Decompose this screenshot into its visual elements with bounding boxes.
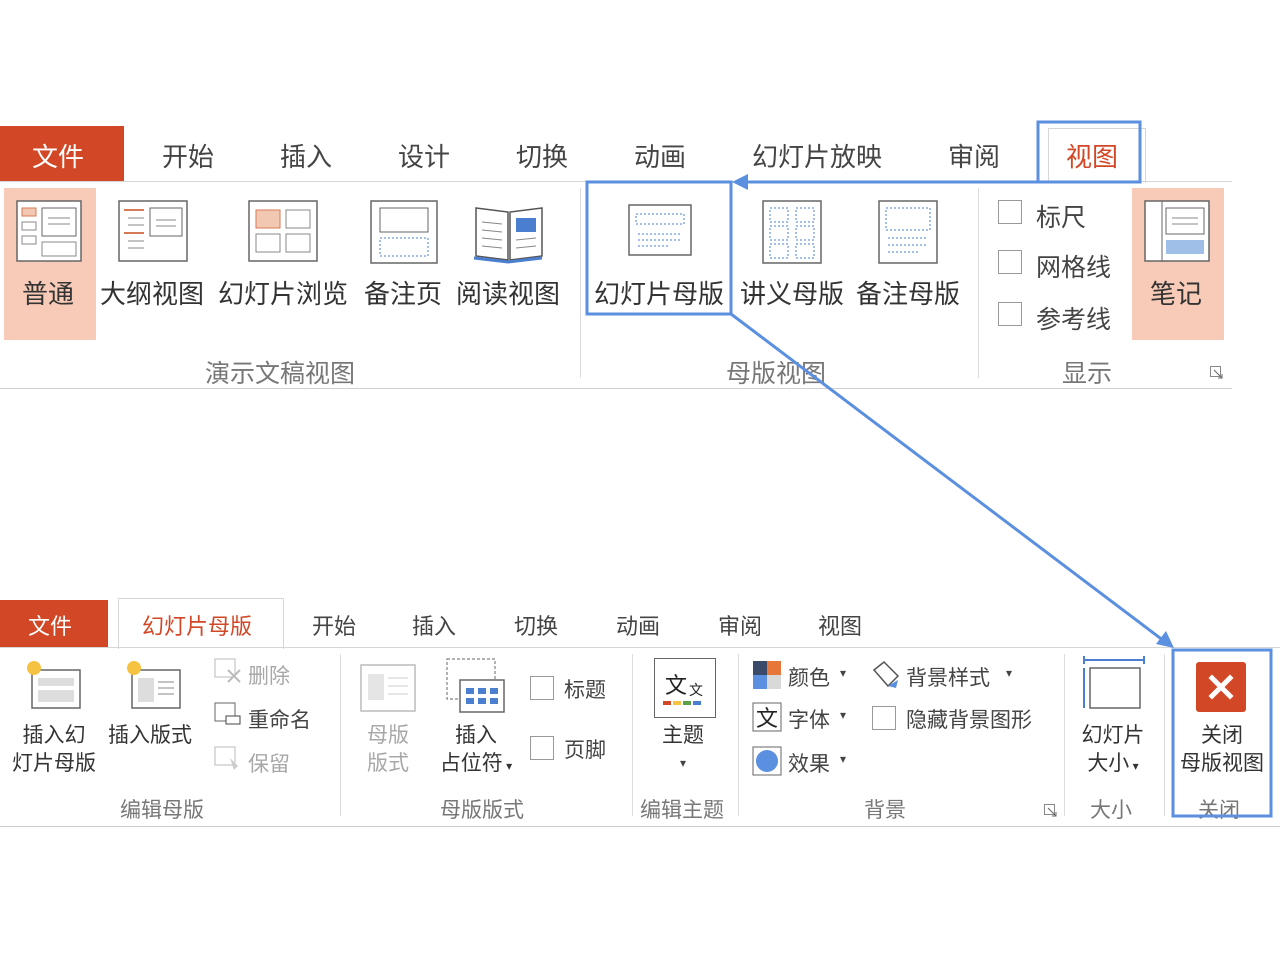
- slide-master-highlight: [585, 180, 733, 316]
- arrowhead-view-to-master: [732, 174, 748, 190]
- annotation-overlay: [585, 120, 1273, 818]
- view-tab-highlight: [1036, 120, 1142, 184]
- close-master-highlight: [1171, 648, 1273, 818]
- arrow-master-to-close: [730, 312, 1165, 643]
- arrowhead-master-to-close: [1156, 631, 1174, 648]
